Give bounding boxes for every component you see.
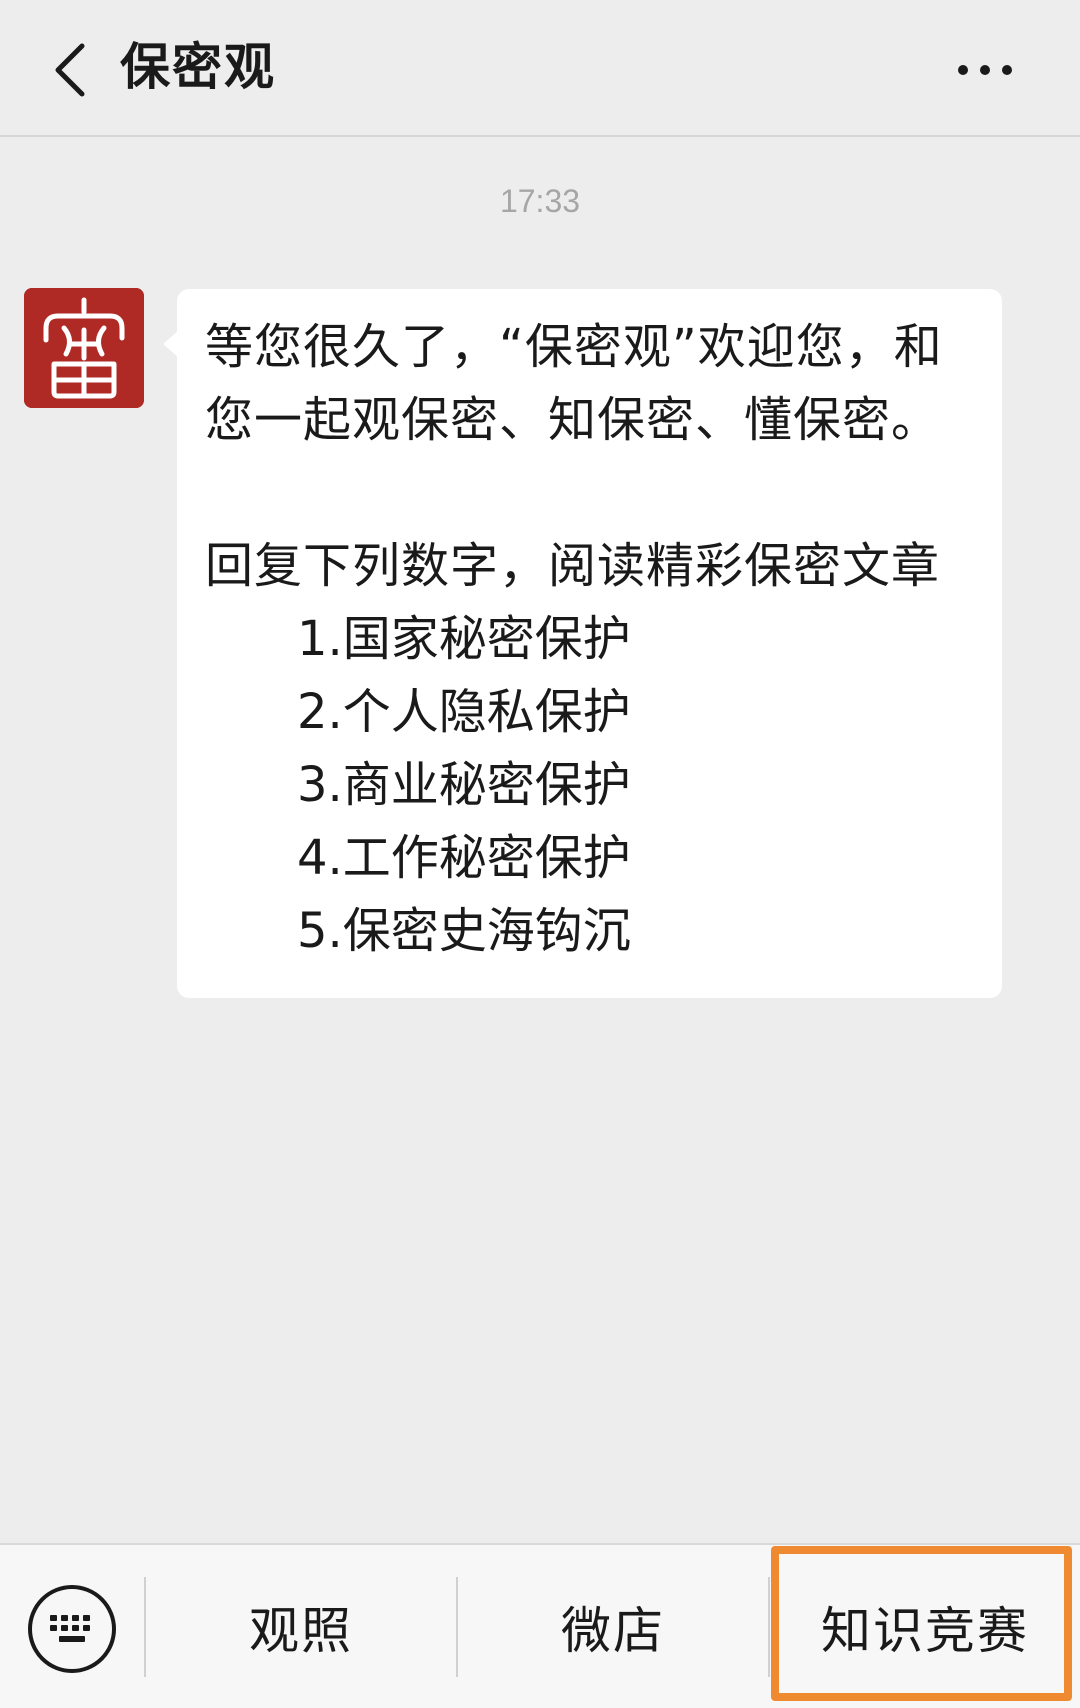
greeting-line-2: 您一起观保密、知保密、懂保密。 [205, 392, 941, 448]
keyboard-icon [50, 1615, 90, 1642]
instruction-text: 回复下列数字，阅读精彩保密文章 [205, 538, 941, 594]
list-item: 4.工作秘密保护 [297, 830, 631, 886]
chat-screen: 保密观 17:33 等您很久了，“保密观”欢迎您，和 您一起观保密、知保密、懂保… [0, 0, 1080, 1708]
list-item: 3.商业秘密保护 [297, 757, 631, 813]
list-item: 5.保密史海钩沉 [297, 903, 631, 959]
menu-button-weidian[interactable]: 微店 [458, 1545, 768, 1708]
back-button[interactable] [30, 30, 110, 110]
more-dots-icon [958, 65, 968, 75]
chat-title: 保密观 [120, 38, 276, 96]
seal-logo-icon [24, 288, 144, 408]
bottom-menu-bar: 观照 微店 知识竞赛 [0, 1543, 1080, 1708]
greeting-line-1: 等您很久了，“保密观”欢迎您，和 [205, 319, 943, 375]
header-bar: 保密观 [0, 0, 1080, 137]
list-item: 2.个人隐私保护 [297, 684, 631, 740]
menu-button-knowledge-contest[interactable]: 知识竞赛 [770, 1545, 1080, 1708]
message-bubble: 等您很久了，“保密观”欢迎您，和 您一起观保密、知保密、懂保密。 回复下列数字，… [177, 289, 1002, 998]
menu-button-guanzhao[interactable]: 观照 [146, 1545, 456, 1708]
keyboard-toggle-button[interactable] [28, 1585, 116, 1673]
list-item: 1.国家秘密保护 [297, 611, 631, 667]
avatar[interactable] [24, 288, 144, 408]
more-button[interactable] [940, 45, 1030, 95]
chevron-left-icon [55, 43, 85, 97]
message-timestamp: 17:33 [499, 183, 581, 219]
